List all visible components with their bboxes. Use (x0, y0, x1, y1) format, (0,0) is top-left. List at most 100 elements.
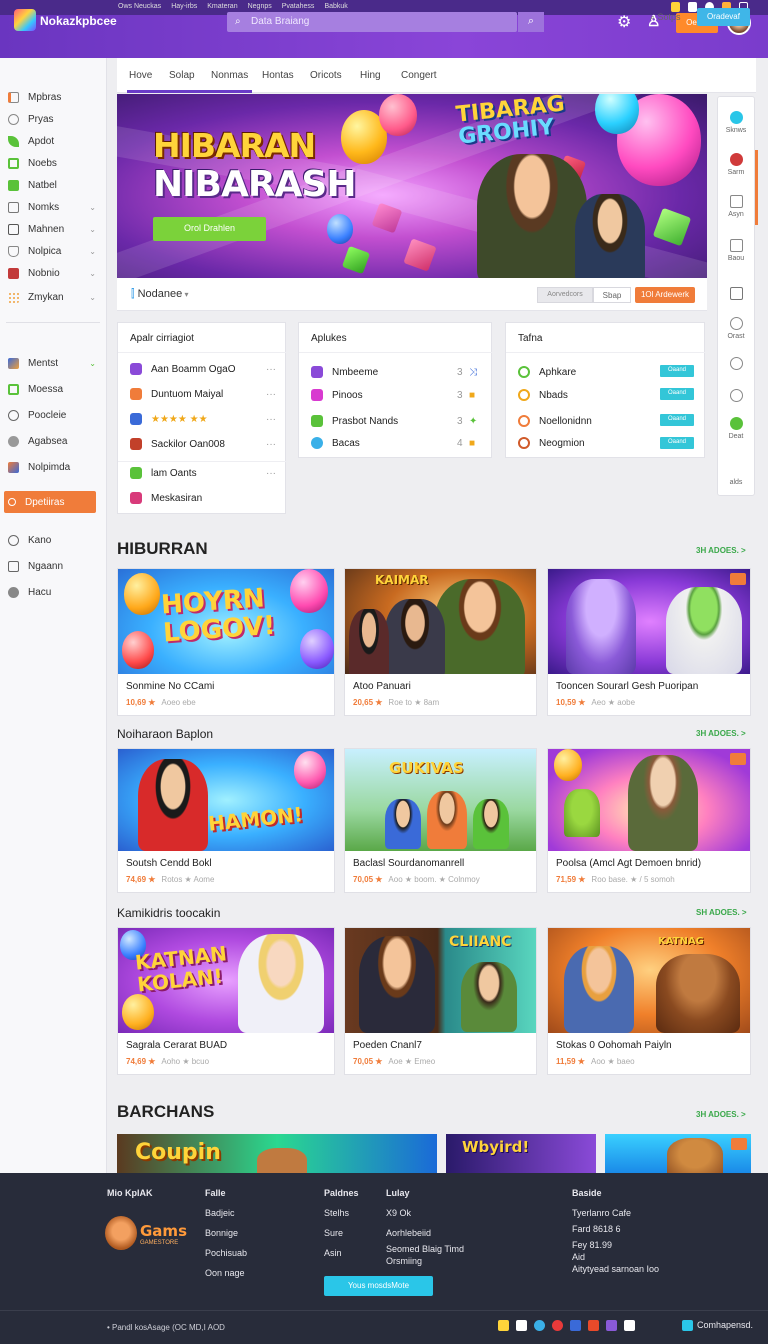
sidebar-item-active[interactable]: Dpetiiras (4, 491, 96, 513)
rail-item[interactable]: alds (718, 479, 754, 486)
chevron-down-icon[interactable]: ⌄ (89, 225, 96, 234)
footer-link[interactable]: Aitytyead sarnoan Ioo (572, 1264, 659, 1274)
chevron-down-icon[interactable]: ⌄ (89, 269, 96, 278)
chevron-down-icon[interactable]: ⌄ (89, 203, 96, 212)
see-more-link[interactable]: 3H ADOES. > (696, 729, 746, 738)
game-banner[interactable] (605, 1134, 751, 1173)
footer-link[interactable]: Pochisuab (205, 1248, 247, 1258)
chevron-down-icon[interactable]: ⌄ (89, 359, 96, 368)
hero-banner[interactable]: TIBARAG GROHIY HIBARAN NIBARASH Orol Drah… (117, 94, 707, 278)
rail-item[interactable]: Deat (718, 417, 754, 440)
rail-item[interactable] (718, 357, 754, 373)
filter-pill[interactable]: Aorvedcors (537, 287, 593, 303)
nav-action-button[interactable]: Oradevaf (697, 8, 750, 26)
top-link[interactable]: Hay-irbs (171, 3, 197, 10)
list-item[interactable]: Duntuom Maiyal ··· (130, 382, 276, 406)
footer-link[interactable]: Oon nage (205, 1268, 247, 1278)
see-more-link[interactable]: 3H ADOES. > (696, 1110, 746, 1119)
search-input[interactable]: ⌕ Data Braiang (227, 12, 517, 32)
game-banner[interactable]: Coupin (117, 1134, 437, 1173)
flag-icon[interactable] (688, 2, 697, 12)
sidebar-item[interactable]: Nomks ⌄ (8, 198, 100, 216)
rail-item[interactable] (718, 389, 754, 405)
sidebar-item[interactable]: Natbel (8, 176, 100, 194)
top-link[interactable]: Pvatahess (282, 3, 315, 10)
sidebar-item[interactable]: Zmykan ⌄ (8, 288, 100, 306)
chevron-down-icon[interactable]: ⌄ (89, 247, 96, 256)
sidebar-item[interactable]: Apdot (8, 132, 100, 150)
rail-item[interactable]: Orast (718, 317, 754, 340)
game-banner[interactable]: Wbyird! (446, 1134, 596, 1173)
game-card[interactable]: Poolsa (Amcl Agt Demoen bnrid) 71,59 ★ Ro… (547, 748, 751, 893)
game-card[interactable]: KAIMAR Atoo Panuari 20,65 ★ Roe to ★ 8am (344, 568, 537, 716)
footer-link[interactable]: Asin (324, 1248, 359, 1258)
game-card[interactable]: GUKIVAS Baclasl Sourdanomanrell 70,05 ★ A… (344, 748, 537, 893)
game-card[interactable]: HOYRN LOGOV! Sonmine No CCami 10,69 ★ Aoe… (117, 568, 335, 716)
see-more-link[interactable]: SH ADOES. > (696, 908, 747, 917)
social-icon[interactable] (516, 1320, 527, 1331)
hero-cta-button[interactable]: Orol Drahlen (153, 217, 266, 241)
social-icon[interactable] (498, 1320, 509, 1331)
rail-item[interactable] (718, 287, 754, 303)
sidebar-item[interactable]: Moessa (8, 380, 100, 398)
footer-link[interactable]: X9 Ok (386, 1208, 464, 1218)
sidebar-item[interactable]: Mpbras (8, 88, 100, 106)
footer-cta-button[interactable]: Yous mosdsMote (324, 1276, 433, 1296)
footer-link[interactable]: Fey 81.99 (572, 1240, 659, 1250)
sidebar-item[interactable]: Nolpica ⌄ (8, 242, 100, 260)
footer-link[interactable]: Badjeic (205, 1208, 247, 1218)
footer-link[interactable]: Tyerlanro Cafe (572, 1208, 659, 1218)
footer-logo-text[interactable]: Gams (140, 1222, 187, 1240)
list-item[interactable]: ★★★★ ★★ ··· (130, 407, 276, 431)
list-item[interactable]: Prasbot Nands 3 ✦ (311, 409, 481, 433)
list-item[interactable]: Bacas 4 ■ (311, 431, 481, 455)
list-item[interactable]: Aan Boamm OgaO ··· (130, 357, 276, 381)
footer-link[interactable]: Aorhlebeiid (386, 1228, 464, 1238)
search-button[interactable]: ⌕ (518, 12, 544, 32)
see-more-link[interactable]: 3H ADOES. > (696, 546, 746, 555)
nav-search[interactable]: ⌕ Sotps (650, 12, 681, 23)
footer-link[interactable]: Orsmiing (386, 1256, 464, 1266)
top-link[interactable]: Ows Neuckas (118, 3, 161, 10)
sidebar-item[interactable]: Nobnio ⌄ (8, 264, 100, 282)
social-icon[interactable] (606, 1320, 617, 1331)
game-card[interactable]: KATNAG Stokas 0 Oohomah Paiyln 11,59 ★ Ao… (547, 927, 751, 1075)
footer-link[interactable]: Fard 8618 6 (572, 1224, 659, 1234)
rail-item[interactable]: Sknws (718, 111, 754, 134)
footer-link[interactable]: Aid (572, 1252, 659, 1262)
tab[interactable]: Solap (169, 70, 195, 81)
game-card[interactable]: CLIIANC Poeden Cnanl7 70,05 ★ Aoe ★ Emeo (344, 927, 537, 1075)
tab[interactable]: Oricots (310, 70, 342, 81)
tag-badge[interactable]: Oaand (660, 365, 694, 377)
sidebar-item[interactable]: Pryas (8, 110, 100, 128)
social-icon[interactable] (534, 1320, 545, 1331)
social-icon[interactable] (570, 1320, 581, 1331)
tab[interactable]: Hontas (262, 70, 294, 81)
social-icon[interactable] (624, 1320, 635, 1331)
fox-logo-icon[interactable] (105, 1216, 137, 1250)
rail-item[interactable]: Asyn (718, 195, 754, 218)
hero-bar-button[interactable]: 1Ol Ardewerk (635, 287, 695, 303)
coin-icon[interactable]: ■ (469, 390, 475, 401)
footer-link[interactable]: Stelhs (324, 1208, 359, 1218)
sidebar-item[interactable]: Mentst ⌄ (8, 354, 100, 372)
sidebar-item[interactable]: Poocleie (8, 406, 100, 424)
tab[interactable]: Congert (401, 70, 437, 81)
sidebar-item[interactable]: Agabsea (8, 432, 100, 450)
top-link[interactable]: Negnps (248, 3, 272, 10)
tag-badge[interactable]: Oaand (660, 388, 694, 400)
rail-item[interactable]: Sarm (718, 153, 754, 176)
list-item[interactable]: Nmbeeme 3 ⤨ (311, 360, 481, 384)
tab-home[interactable]: Hove (129, 70, 152, 81)
sidebar-item[interactable]: Ngaann (8, 557, 100, 575)
list-item[interactable]: Pinoos 3 ■ (311, 383, 481, 407)
list-item[interactable]: Sackilor Oan008 ··· (130, 432, 276, 456)
sidebar-item[interactable]: Nolpimda (8, 458, 100, 476)
tag-badge[interactable]: Oaand (660, 437, 694, 449)
brand-name[interactable]: Nokazkpbcee (40, 14, 117, 28)
top-link[interactable]: Kmateran (207, 3, 237, 10)
leaf-icon[interactable]: ✦ (469, 416, 477, 427)
tag-badge[interactable]: Oaand (660, 414, 694, 426)
social-icon[interactable] (588, 1320, 599, 1331)
list-item[interactable]: Meskasiran (130, 486, 275, 510)
